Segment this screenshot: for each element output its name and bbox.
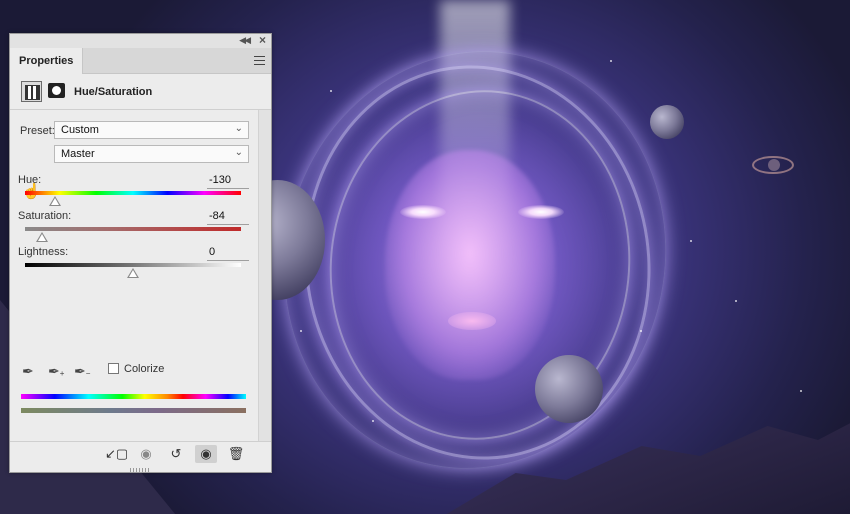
colorize-checkbox[interactable] <box>108 363 119 374</box>
clip-to-layer-icon[interactable]: ↙▢ <box>105 445 128 463</box>
star <box>330 90 332 92</box>
saturation-value-field[interactable]: -84 <box>207 210 249 225</box>
adjustment-header: Hue/Saturation <box>10 74 271 110</box>
glowing-eye-left <box>400 205 446 219</box>
eyedropper-subtract-icon[interactable]: ✒− <box>74 362 92 380</box>
channel-select[interactable]: Master ⌄ <box>54 145 249 163</box>
saturation-slider-track[interactable] <box>25 227 241 231</box>
hue-slider-thumb[interactable] <box>49 196 62 206</box>
star <box>640 330 642 332</box>
star <box>690 240 692 242</box>
face-lips <box>448 312 496 330</box>
lightness-slider-track[interactable] <box>25 263 241 267</box>
eyedropper-icon[interactable]: ✒ <box>22 362 40 380</box>
star <box>372 420 374 422</box>
panel-bottom-toolbar: ↙▢ ◉ ↺ ◉ 🗑 <box>10 441 271 466</box>
star <box>800 390 802 392</box>
star <box>300 330 302 332</box>
planet-bottom <box>535 355 603 423</box>
properties-panel: ◀◀ × Properties Hue/Saturation Preset: C… <box>9 33 272 473</box>
glowing-face <box>385 150 555 380</box>
preset-select[interactable]: Custom ⌄ <box>54 121 249 139</box>
reset-icon[interactable]: ↺ <box>165 445 187 463</box>
output-color-bar <box>21 408 246 413</box>
planet-small <box>650 105 684 139</box>
star <box>610 60 612 62</box>
hue-saturation-adjustment-icon[interactable] <box>21 81 42 102</box>
chevron-down-icon: ⌄ <box>234 147 243 158</box>
preset-value: Custom <box>61 124 99 136</box>
saturation-label: Saturation: <box>18 210 72 222</box>
double-chevron-left-icon[interactable]: ◀◀ <box>239 35 251 46</box>
panel-scrollbar[interactable] <box>258 110 271 466</box>
view-previous-state-icon[interactable]: ◉ <box>135 445 157 463</box>
glowing-eye-right <box>518 205 564 219</box>
panel-title-strip[interactable]: ◀◀ × <box>10 33 271 48</box>
lightness-slider-thumb[interactable] <box>127 268 139 278</box>
colorize-label: Colorize <box>124 363 165 375</box>
adjustment-title: Hue/Saturation <box>74 86 153 98</box>
trash-icon[interactable]: 🗑 <box>225 445 247 463</box>
star <box>735 300 737 302</box>
channel-value: Master <box>61 148 95 160</box>
adjustment-controls: Preset: Custom ⌄ ☝ Master ⌄ Hue: -130 Sa… <box>10 110 271 466</box>
chevron-down-icon: ⌄ <box>234 123 243 134</box>
layer-mask-icon[interactable] <box>48 83 65 98</box>
hue-slider-track[interactable] <box>25 191 241 195</box>
saturation-slider-thumb[interactable] <box>36 232 49 242</box>
eye-icon[interactable]: ◉ <box>195 445 217 463</box>
lightness-value-field[interactable]: 0 <box>207 246 249 261</box>
panel-menu-icon[interactable] <box>254 56 265 65</box>
preset-label: Preset: <box>20 125 55 137</box>
ringed-planet <box>752 156 794 174</box>
panel-tab-bar: Properties <box>10 48 271 74</box>
lightness-label: Lightness: <box>18 246 69 258</box>
input-color-bar <box>21 394 246 399</box>
panel-resize-grip[interactable] <box>130 468 150 472</box>
hue-label: Hue: <box>18 174 42 186</box>
hue-value-field[interactable]: -130 <box>207 174 249 189</box>
eyedropper-add-icon[interactable]: ✒+ <box>48 362 66 380</box>
close-icon[interactable]: × <box>259 33 266 47</box>
tab-properties[interactable]: Properties <box>10 48 84 74</box>
